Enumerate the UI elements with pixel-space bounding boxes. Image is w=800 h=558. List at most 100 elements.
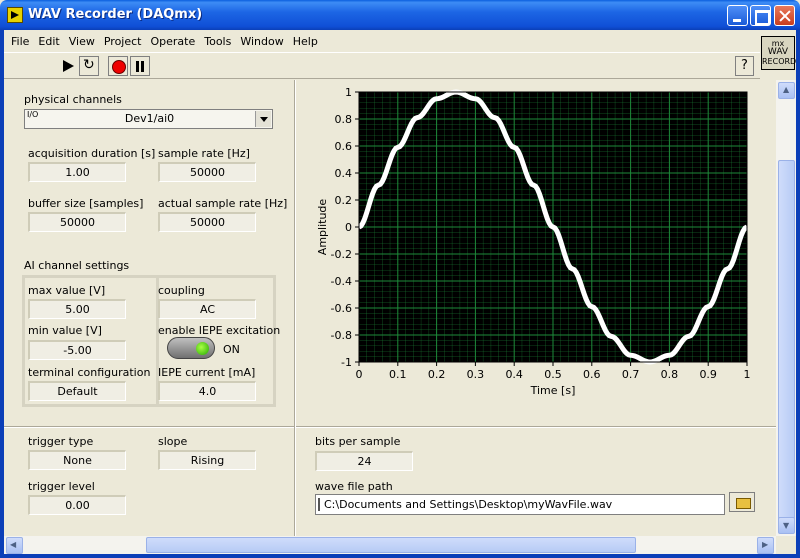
slope-select[interactable]: Rising xyxy=(158,450,256,470)
vertical-scroll-thumb[interactable] xyxy=(778,160,795,528)
x-tick-label: 0.6 xyxy=(583,368,601,381)
x-tick-label: 1 xyxy=(744,368,751,381)
trigger-type-select[interactable]: None xyxy=(28,450,126,470)
sample-rate-input[interactable]: 50000 xyxy=(158,162,256,182)
front-panel: physical channels I/O Dev1/ai0 acquisiti… xyxy=(4,80,776,536)
abort-execution-icon[interactable] xyxy=(108,56,128,76)
maximize-button[interactable] xyxy=(750,5,771,26)
coupling-label: coupling xyxy=(158,284,205,297)
iepe-toggle-switch[interactable] xyxy=(167,337,215,359)
x-tick-label: 0.4 xyxy=(505,368,523,381)
actual-sample-rate-indicator: 50000 xyxy=(158,212,256,232)
buffer-size-indicator: 50000 xyxy=(28,212,126,232)
buffer-size-label: buffer size [samples] xyxy=(28,197,144,210)
physical-channels-value: Dev1/ai0 xyxy=(124,112,175,125)
path-tag-icon xyxy=(318,498,322,511)
vertical-scrollbar[interactable] xyxy=(776,80,796,536)
close-button[interactable] xyxy=(774,5,795,26)
vertical-divider xyxy=(294,80,296,536)
menu-help[interactable]: Help xyxy=(293,35,318,48)
menu-file[interactable]: File xyxy=(11,35,29,48)
minimize-button[interactable] xyxy=(727,5,748,26)
slope-label: slope xyxy=(158,435,188,448)
max-value-label: max value [V] xyxy=(28,284,106,297)
bits-per-sample-label: bits per sample xyxy=(315,435,401,448)
x-tick-label: 0.9 xyxy=(699,368,717,381)
y-tick-label: 0.8 xyxy=(335,113,353,126)
bits-per-sample-select[interactable]: 24 xyxy=(315,451,413,471)
acquisition-duration-label: acquisition duration [s] xyxy=(28,147,156,160)
title-bar[interactable]: WAV Recorder (DAQmx) xyxy=(0,0,800,30)
trigger-level-input[interactable]: 0.00 xyxy=(28,495,126,515)
ai-channel-settings-label: AI channel settings xyxy=(24,259,130,272)
y-tick-label: -0.4 xyxy=(331,275,352,288)
context-help-button[interactable]: ? xyxy=(735,56,754,76)
x-tick-label: 0.1 xyxy=(389,368,407,381)
x-axis-label: Time [s] xyxy=(530,384,576,397)
x-tick-label: 0.8 xyxy=(661,368,679,381)
labview-app-icon[interactable] xyxy=(7,7,23,23)
wave-file-path-input[interactable]: C:\Documents and Settings\Desktop\myWavF… xyxy=(315,494,725,515)
vi-icon-line3: RECORD xyxy=(762,57,797,66)
terminal-configuration-label: terminal configuration xyxy=(28,366,151,379)
y-tick-label: 0.6 xyxy=(335,140,353,153)
horizontal-scroll-thumb[interactable] xyxy=(146,537,636,553)
left-horizontal-divider xyxy=(4,426,294,428)
y-tick-label: 1 xyxy=(345,86,352,99)
enable-iepe-label: enable IEPE excitation xyxy=(158,324,281,337)
y-tick-label: -1 xyxy=(341,356,352,369)
toolbar: ? xyxy=(4,52,760,79)
horizontal-scrollbar[interactable] xyxy=(4,536,776,554)
vi-icon: mx WAV RECORD xyxy=(761,36,797,70)
physical-channels-label: physical channels xyxy=(24,93,122,106)
window-frame-bottom xyxy=(0,554,800,558)
wave-file-path-value: C:\Documents and Settings\Desktop\myWavF… xyxy=(324,498,613,511)
y-tick-label: -0.8 xyxy=(331,329,352,342)
menu-bar: File Edit View Project Operate Tools Win… xyxy=(4,30,760,52)
menu-project[interactable]: Project xyxy=(104,35,142,48)
folder-open-icon[interactable] xyxy=(729,492,755,512)
menu-operate[interactable]: Operate xyxy=(150,35,195,48)
max-value-input[interactable]: 5.00 xyxy=(28,299,126,319)
sample-rate-label: sample rate [Hz] xyxy=(158,147,250,160)
x-tick-label: 0.2 xyxy=(428,368,446,381)
menu-view[interactable]: View xyxy=(69,35,95,48)
physical-channels-control[interactable]: I/O Dev1/ai0 xyxy=(24,109,273,129)
menu-tools[interactable]: Tools xyxy=(204,35,231,48)
scroll-left-icon[interactable] xyxy=(6,537,23,554)
y-tick-label: 0 xyxy=(345,221,352,234)
min-value-input[interactable]: -5.00 xyxy=(28,340,126,360)
coupling-select[interactable]: AC xyxy=(158,299,256,319)
scrollbar-corner xyxy=(776,536,796,554)
iepe-state-text: ON xyxy=(223,343,240,356)
window-title: WAV Recorder (DAQmx) xyxy=(28,7,203,22)
run-continuously-icon[interactable] xyxy=(79,56,99,76)
pause-icon[interactable] xyxy=(130,56,150,76)
trigger-type-label: trigger type xyxy=(28,435,94,448)
menu-window[interactable]: Window xyxy=(240,35,283,48)
y-tick-label: 0.2 xyxy=(335,194,353,207)
x-tick-label: 0.5 xyxy=(544,368,562,381)
chevron-down-icon[interactable] xyxy=(255,111,271,127)
min-value-label: min value [V] xyxy=(28,324,102,337)
y-tick-label: -0.6 xyxy=(331,302,352,315)
menu-edit[interactable]: Edit xyxy=(38,35,59,48)
trigger-level-label: trigger level xyxy=(28,480,95,493)
y-tick-label: 0.4 xyxy=(335,167,353,180)
terminal-configuration-select[interactable]: Default xyxy=(28,381,126,401)
y-tick-label: -0.2 xyxy=(331,248,352,261)
scroll-up-icon[interactable] xyxy=(778,82,795,99)
scroll-down-icon[interactable] xyxy=(778,517,795,534)
window-frame-right xyxy=(796,30,800,558)
io-radix-icon: I/O xyxy=(27,110,39,119)
actual-sample-rate-label: actual sample rate [Hz] xyxy=(158,197,288,210)
vi-icon-line2: WAV xyxy=(767,47,789,57)
iepe-current-input[interactable]: 4.0 xyxy=(158,381,256,401)
scroll-right-icon[interactable] xyxy=(757,537,774,554)
iepe-current-label: IEPE current [mA] xyxy=(158,366,256,379)
run-arrow-icon[interactable] xyxy=(58,56,78,76)
acquisition-duration-input[interactable]: 1.00 xyxy=(28,162,126,182)
y-axis-label: Amplitude xyxy=(316,199,329,256)
right-horizontal-divider xyxy=(296,426,776,428)
waveform-graph[interactable]: 0 0.1 0.2 0.3 0.4 0.5 0.6 0.7 0.8 0.9 1 1 0.8 0.6 0.4 0… xyxy=(314,84,764,404)
